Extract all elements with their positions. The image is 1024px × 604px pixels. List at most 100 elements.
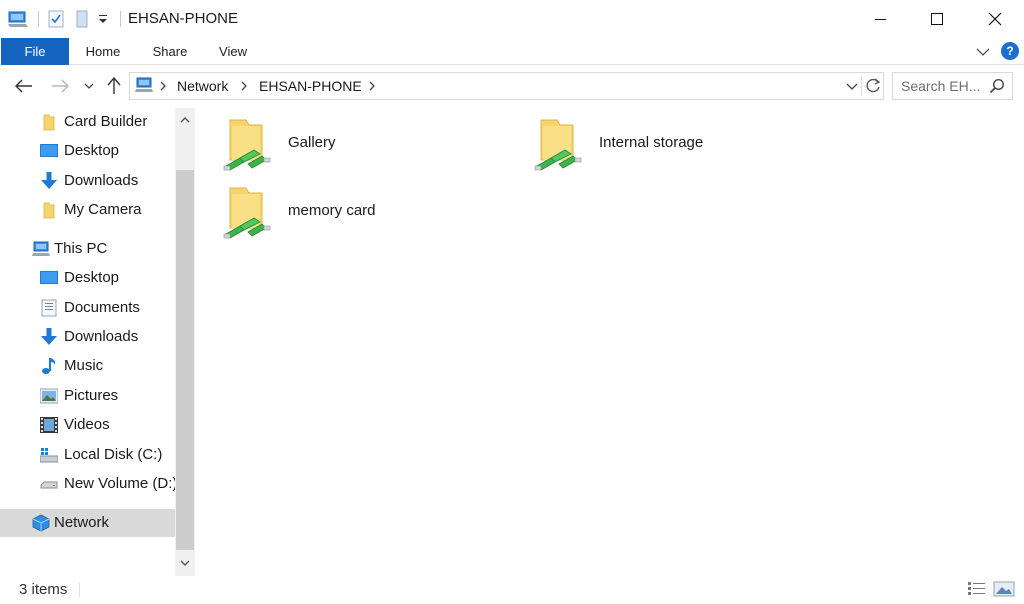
music-icon	[42, 358, 56, 374]
file-list: Gallery Internal storage memory card	[197, 108, 1024, 576]
breadcrumb-chevron-icon[interactable]	[159, 79, 169, 93]
status-bar: 3 items	[0, 576, 1024, 604]
pc-icon	[32, 241, 50, 256]
close-button[interactable]	[966, 0, 1024, 38]
tab-home[interactable]: Home	[72, 38, 134, 65]
network-icon	[32, 514, 50, 532]
desktop-icon	[40, 144, 58, 157]
maximize-button[interactable]	[908, 0, 966, 38]
scroll-down-chevron-icon[interactable]	[175, 552, 195, 574]
nav-item-new-volume-d[interactable]: New Volume (D:)	[0, 470, 175, 498]
nav-item-network[interactable]: Network	[0, 509, 175, 537]
nav-item-label: New Volume (D:)	[64, 475, 175, 492]
nav-item-label: Desktop	[64, 269, 120, 286]
nav-item-label: Card Builder	[64, 113, 148, 130]
navigation-pane: Card Builder Desktop Downloads My Camera…	[0, 108, 175, 576]
toolbar-separator	[38, 11, 39, 27]
search-input[interactable]	[893, 73, 988, 99]
nav-item-my-camera[interactable]: My Camera	[0, 196, 175, 224]
pictures-icon	[40, 388, 58, 404]
downloads-icon	[41, 172, 57, 189]
window-title: EHSAN-PHONE	[128, 10, 239, 27]
list-item-internal-storage[interactable]: Internal storage	[533, 116, 793, 182]
breadcrumb-device[interactable]: EHSAN-PHONE	[259, 78, 362, 94]
minimize-button[interactable]	[852, 0, 910, 38]
breadcrumb-network[interactable]: Network	[177, 78, 228, 94]
nav-item-desktop-pc[interactable]: Desktop	[0, 264, 175, 292]
desktop-icon	[40, 271, 58, 284]
nav-item-label: Documents	[64, 299, 140, 316]
customize-toolbar-icon[interactable]	[98, 0, 110, 38]
item-label: memory card	[288, 202, 376, 219]
nav-pane-scrollbar[interactable]	[175, 108, 195, 576]
tab-view[interactable]: View	[206, 38, 260, 65]
breadcrumb-chevron-icon[interactable]	[240, 79, 250, 93]
status-divider	[79, 583, 80, 597]
downloads-icon	[41, 328, 57, 345]
forward-arrow-icon	[52, 79, 69, 93]
tab-share[interactable]: Share	[140, 38, 200, 65]
search-box[interactable]	[892, 72, 1013, 100]
nav-item-music[interactable]: Music	[0, 352, 175, 380]
tab-file[interactable]: File	[1, 38, 69, 65]
computer-icon[interactable]	[8, 0, 30, 38]
details-view-icon[interactable]	[967, 580, 987, 598]
shared-folder-icon	[534, 119, 582, 171]
breadcrumb-chevron-icon[interactable]	[368, 79, 378, 93]
nav-item-downloads-pc[interactable]: Downloads	[0, 323, 175, 351]
nav-item-label: Local Disk (C:)	[64, 446, 163, 463]
address-bar[interactable]: Network EHSAN-PHONE	[129, 72, 884, 100]
item-label: Gallery	[288, 134, 336, 151]
large-icons-view-icon[interactable]	[993, 580, 1015, 598]
item-count: 3 items	[19, 581, 68, 598]
properties-icon[interactable]	[48, 0, 66, 38]
nav-item-videos[interactable]: Videos	[0, 411, 175, 439]
refresh-icon[interactable]	[864, 77, 882, 95]
documents-icon	[41, 299, 57, 317]
nav-item-label: This PC	[54, 240, 108, 257]
nav-item-label: Music	[64, 357, 104, 374]
minimize-icon	[875, 19, 886, 20]
shared-folder-icon	[223, 187, 271, 239]
list-item-gallery[interactable]: Gallery	[222, 116, 472, 182]
search-icon[interactable]	[989, 78, 1005, 94]
close-icon	[988, 12, 1002, 26]
scroll-up-chevron-icon[interactable]	[175, 108, 195, 130]
nav-item-label: Desktop	[64, 142, 120, 159]
local-disk-icon	[40, 448, 58, 463]
nav-item-label: Downloads	[64, 328, 139, 345]
folder-icon	[43, 202, 55, 219]
nav-item-pictures[interactable]: Pictures	[0, 382, 175, 410]
nav-item-this-pc[interactable]: This PC	[0, 235, 175, 263]
up-button[interactable]	[102, 74, 126, 98]
nav-item-local-disk-c[interactable]: Local Disk (C:)	[0, 441, 175, 469]
nav-item-desktop[interactable]: Desktop	[0, 137, 175, 165]
title-bar: EHSAN-PHONE	[0, 0, 1024, 38]
nav-item-downloads[interactable]: Downloads	[0, 167, 175, 195]
scrollbar-thumb[interactable]	[176, 170, 194, 550]
folder-icon	[43, 114, 55, 131]
address-history-chevron-icon[interactable]	[844, 78, 860, 94]
nav-item-card-builder[interactable]: Card Builder	[0, 108, 175, 136]
forward-button[interactable]	[48, 74, 72, 98]
maximize-icon	[931, 13, 943, 25]
nav-item-label: Videos	[64, 416, 110, 433]
toolbar-separator	[120, 11, 121, 27]
back-button[interactable]	[12, 74, 36, 98]
shared-folder-icon	[223, 119, 271, 171]
recent-locations-button[interactable]	[82, 74, 96, 98]
new-folder-icon[interactable]	[75, 0, 91, 38]
chevron-down-icon	[84, 83, 94, 89]
list-item-memory-card[interactable]: memory card	[222, 184, 472, 250]
videos-icon	[40, 417, 58, 433]
nav-item-documents[interactable]: Documents	[0, 294, 175, 322]
nav-item-label: My Camera	[64, 201, 142, 218]
network-icon	[134, 77, 154, 95]
ribbon-tabs: File Home Share View	[0, 38, 1024, 65]
help-icon[interactable]: ?	[1001, 42, 1019, 60]
navigation-bar: Network EHSAN-PHONE	[0, 66, 1024, 108]
drive-icon	[40, 481, 58, 489]
expand-ribbon-chevron-icon[interactable]	[975, 44, 991, 60]
nav-item-label: Network	[54, 514, 110, 531]
address-divider	[861, 76, 862, 96]
